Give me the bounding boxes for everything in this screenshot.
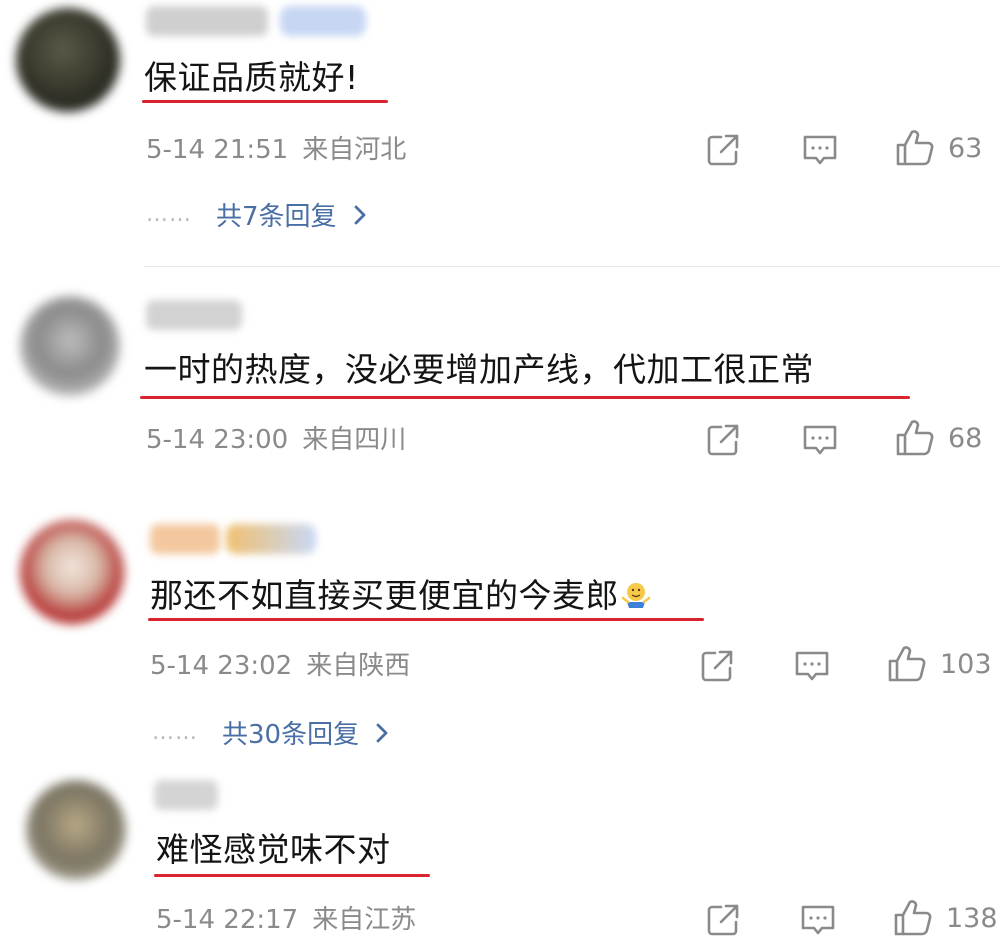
username-blurred[interactable] xyxy=(146,300,242,330)
shrug-emoji-icon xyxy=(621,583,651,608)
user-badge xyxy=(280,6,366,36)
comment-time: 5-14 21:51 xyxy=(146,135,289,165)
replies-count-label: 共30条回复 xyxy=(222,720,360,750)
comment-location: 来自江苏 xyxy=(312,905,417,935)
share-button[interactable] xyxy=(698,646,736,686)
comment-divider xyxy=(144,266,1000,267)
username-blurred[interactable] xyxy=(150,524,220,554)
comment-time: 5-14 23:02 xyxy=(150,651,293,681)
comment-meta: 5-14 23:00 来自四川 xyxy=(146,424,406,456)
comment-location: 来自河北 xyxy=(302,135,407,165)
like-button[interactable]: 63 xyxy=(894,128,982,168)
comment-location: 来自陕西 xyxy=(306,651,411,681)
share-icon xyxy=(707,904,739,936)
avatar[interactable] xyxy=(26,780,126,880)
comment-location: 来自四川 xyxy=(302,425,407,455)
comment-meta: 5-14 21:51 来自河北 xyxy=(146,134,406,166)
share-icon xyxy=(707,134,739,166)
user-badge xyxy=(226,524,316,554)
like-count: 63 xyxy=(948,132,983,164)
comment-meta: 5-14 23:02 来自陕西 xyxy=(150,650,410,682)
comment-icon xyxy=(801,905,835,935)
avatar[interactable] xyxy=(20,296,120,396)
like-button[interactable]: 138 xyxy=(892,898,998,938)
share-icon xyxy=(701,650,733,682)
comment-button[interactable] xyxy=(792,646,832,686)
comment-item: 一时的热度，没必要增加产线，代加工很正常 5-14 23:00 来自四川 68 xyxy=(0,280,1000,480)
view-replies-link[interactable]: …… 共30条回复 xyxy=(152,714,389,751)
highlight-underline xyxy=(142,100,388,103)
comment-time: 5-14 22:17 xyxy=(156,905,299,935)
like-count: 103 xyxy=(940,648,992,680)
comment-icon xyxy=(795,651,829,681)
comment-text: 那还不如直接买更便宜的今麦郎 xyxy=(150,576,651,616)
comment-meta: 5-14 22:17 来自江苏 xyxy=(156,904,416,936)
thumbs-up-icon xyxy=(894,900,932,936)
comment-icon xyxy=(803,135,837,165)
highlight-underline xyxy=(154,874,430,877)
reply-dots: …… xyxy=(146,202,192,227)
chevron-right-icon xyxy=(376,723,388,742)
comment-time: 5-14 23:00 xyxy=(146,425,289,455)
reply-dots: …… xyxy=(152,720,198,745)
view-replies-link[interactable]: …… 共7条回复 xyxy=(146,196,367,233)
avatar[interactable] xyxy=(20,520,124,624)
highlight-underline xyxy=(140,396,910,399)
comment-icon xyxy=(803,425,837,455)
share-icon xyxy=(707,424,739,456)
comment-text-body: 那还不如直接买更便宜的今麦郎 xyxy=(150,576,619,615)
comment-text: 一时的热度，没必要增加产线，代加工很正常 xyxy=(144,350,814,389)
comment-item: 那还不如直接买更便宜的今麦郎 5-14 23:02 来自陕西 103 …… 共3… xyxy=(0,510,1000,760)
like-button[interactable]: 68 xyxy=(894,418,982,458)
chevron-right-icon xyxy=(354,205,365,224)
comment-text: 难怪感觉味不对 xyxy=(156,830,391,869)
share-button[interactable] xyxy=(704,900,742,940)
thumbs-up-icon xyxy=(896,130,934,166)
like-count: 68 xyxy=(948,422,983,454)
avatar[interactable] xyxy=(16,8,120,112)
comment-button[interactable] xyxy=(800,130,840,170)
username-blurred[interactable] xyxy=(154,780,218,810)
username-blurred[interactable] xyxy=(146,6,268,36)
comment-button[interactable] xyxy=(800,420,840,460)
highlight-underline xyxy=(148,618,704,621)
like-count: 138 xyxy=(946,902,998,934)
comment-item: 难怪感觉味不对 5-14 22:17 来自江苏 138 xyxy=(0,770,1000,945)
share-button[interactable] xyxy=(704,130,742,170)
thumbs-up-icon xyxy=(888,646,926,682)
share-button[interactable] xyxy=(704,420,742,460)
thumbs-up-icon xyxy=(896,420,934,456)
comment-text: 保证品质就好! xyxy=(144,58,359,97)
comment-button[interactable] xyxy=(798,900,838,940)
comment-item: 保证品质就好! 5-14 21:51 来自河北 63 …… 共7条回复 xyxy=(0,0,1000,260)
replies-count-label: 共7条回复 xyxy=(216,202,337,232)
like-button[interactable]: 103 xyxy=(886,644,992,684)
